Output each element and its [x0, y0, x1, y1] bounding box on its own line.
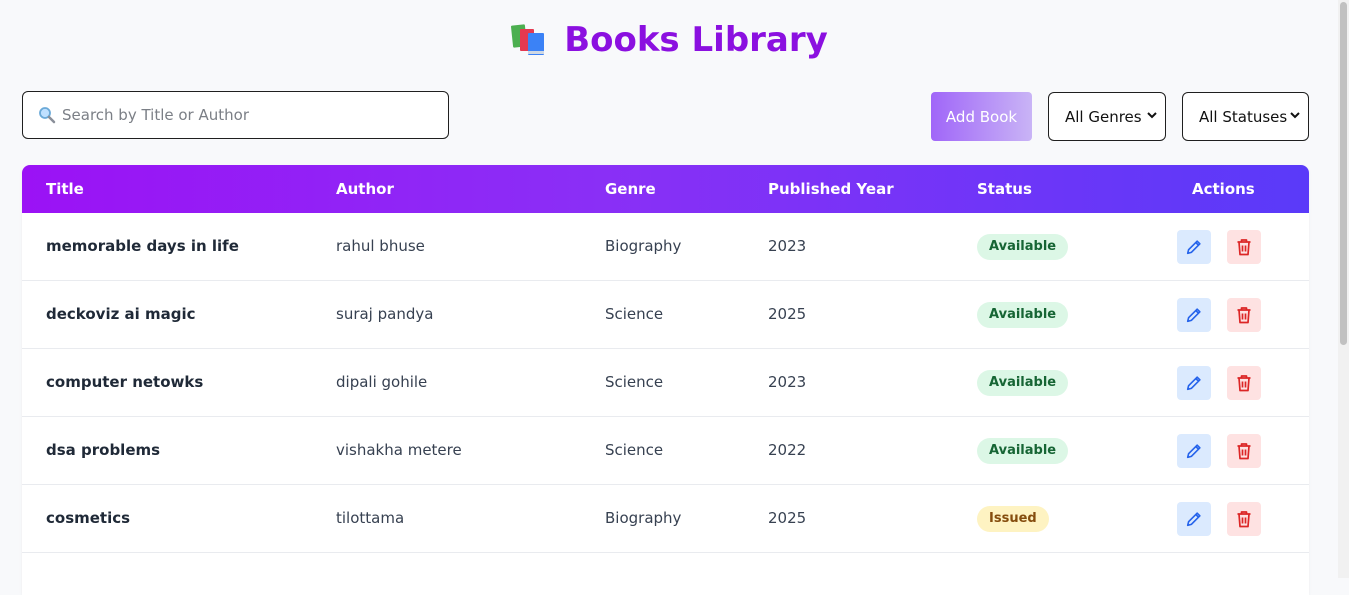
book-genre: Biography: [605, 237, 682, 255]
trash-icon: [1236, 238, 1252, 256]
book-title: deckoviz ai magic: [46, 305, 196, 323]
page-title: Books Library: [0, 20, 1338, 60]
book-title: computer netowks: [46, 373, 204, 391]
table-row: deckoviz ai magic suraj pandya Science 2025…: [22, 281, 1309, 349]
edit-button[interactable]: [1177, 298, 1211, 332]
pencil-icon: [1185, 306, 1203, 324]
table-header: Title Author Genre Published Year Status…: [22, 165, 1309, 213]
book-year: 2025: [768, 305, 807, 323]
table-body: memorable days in life rahul bhuse Biograp…: [22, 213, 1309, 553]
delete-button[interactable]: [1227, 230, 1261, 264]
table-row: cosmetics tilottama Biography 2025 Issued: [22, 485, 1309, 553]
header-title: Title: [46, 180, 84, 198]
table-row: memorable days in life rahul bhuse Biograp…: [22, 213, 1309, 281]
header-actions: Actions: [1192, 180, 1255, 198]
book-genre: Biography: [605, 509, 682, 527]
status-badge: Available: [977, 302, 1069, 328]
book-title: cosmetics: [46, 509, 131, 527]
header-genre: Genre: [605, 180, 656, 198]
book-author: rahul bhuse: [336, 237, 425, 255]
table-row: computer netowks dipali gohile Science 2023…: [22, 349, 1309, 417]
scrollbar[interactable]: [1338, 0, 1349, 578]
book-year: 2022: [768, 441, 807, 459]
trash-icon: [1236, 306, 1252, 324]
pencil-icon: [1185, 510, 1203, 528]
book-genre: Science: [605, 441, 664, 459]
delete-button[interactable]: [1227, 434, 1261, 468]
chevron-down-icon: [1147, 112, 1157, 119]
books-table: Title Author Genre Published Year Status…: [22, 165, 1309, 595]
pencil-icon: [1185, 374, 1203, 392]
add-book-button[interactable]: Add Book: [931, 92, 1032, 141]
status-badge: Available: [977, 370, 1069, 396]
status-filter-select[interactable]: All Statuses: [1182, 92, 1309, 141]
book-genre: Science: [605, 305, 664, 323]
status-filter-value: All Statuses: [1199, 107, 1288, 126]
books-icon: [511, 24, 545, 55]
status-badge: Available: [977, 234, 1069, 260]
edit-button[interactable]: [1177, 366, 1211, 400]
search-icon: [39, 107, 56, 124]
edit-button[interactable]: [1177, 502, 1211, 536]
genre-filter-value: All Genres: [1065, 107, 1142, 126]
book-author: dipali gohile: [336, 373, 428, 391]
edit-button[interactable]: [1177, 434, 1211, 468]
page-title-text: Books Library: [564, 20, 828, 60]
delete-button[interactable]: [1227, 366, 1261, 400]
trash-icon: [1236, 442, 1252, 460]
book-year: 2025: [768, 509, 807, 527]
header-author: Author: [336, 180, 394, 198]
scrollbar-thumb[interactable]: [1340, 2, 1347, 345]
trash-icon: [1236, 374, 1252, 392]
book-author: vishakha metere: [336, 441, 462, 459]
trash-icon: [1236, 510, 1252, 528]
book-title: dsa problems: [46, 441, 161, 459]
status-badge: Available: [977, 438, 1069, 464]
status-badge: Issued: [977, 506, 1049, 532]
book-author: suraj pandya: [336, 305, 434, 323]
book-genre: Science: [605, 373, 664, 391]
book-author: tilottama: [336, 509, 405, 527]
table-row: dsa problems vishakha metere Science 2022 Av…: [22, 417, 1309, 485]
pencil-icon: [1185, 442, 1203, 460]
edit-button[interactable]: [1177, 230, 1211, 264]
pencil-icon: [1185, 238, 1203, 256]
search-box[interactable]: [22, 91, 449, 139]
header-published-year: Published Year: [768, 180, 894, 198]
delete-button[interactable]: [1227, 502, 1261, 536]
header-status: Status: [977, 180, 1032, 198]
delete-button[interactable]: [1227, 298, 1261, 332]
book-year: 2023: [768, 373, 807, 391]
search-input[interactable]: [62, 106, 442, 124]
book-year: 2023: [768, 237, 807, 255]
chevron-down-icon: [1290, 112, 1300, 119]
book-title: memorable days in life: [46, 237, 239, 255]
genre-filter-select[interactable]: All Genres: [1048, 92, 1166, 141]
